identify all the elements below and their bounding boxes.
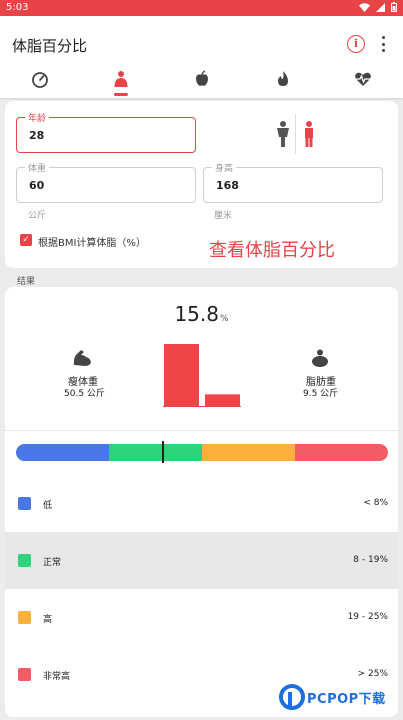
pcpop-logo-icon [279, 684, 305, 710]
scale-segment [16, 444, 109, 461]
signal-icon [376, 2, 385, 12]
weight-field[interactable]: 体重 60 [16, 161, 196, 203]
height-unit: 厘米 [214, 211, 233, 221]
bmi-checkbox-label[interactable]: 根据BMI计算体脂（%） [38, 234, 146, 249]
height-label: 身高 [212, 161, 237, 174]
legend-color-swatch [18, 497, 31, 510]
apple-icon [196, 70, 208, 86]
percentage-symbol: % [219, 314, 229, 324]
bmi-checkbox[interactable]: ✓ [20, 234, 32, 246]
weight-value: 60 [29, 179, 45, 192]
fat-body-icon [311, 349, 329, 371]
overlay-caption: 查看体脂百分比 [209, 240, 335, 261]
legend-category-name: 正常 [43, 558, 62, 568]
gender-divider [295, 114, 296, 154]
scale-segment [202, 444, 295, 461]
male-icon[interactable] [276, 121, 290, 151]
legend-category-name: 低 [43, 501, 53, 511]
tab-nutrition[interactable] [162, 68, 242, 96]
height-field[interactable]: 身高 168 [203, 161, 383, 203]
status-bar: 5:03 [0, 0, 403, 16]
heartbeat-icon [355, 72, 371, 86]
scale-segment [109, 444, 202, 461]
flame-icon [278, 71, 288, 86]
body-fat-scale [16, 444, 388, 461]
scale-marker [162, 441, 165, 463]
scale-segment [295, 444, 388, 461]
lean-mass-value: 50.5 公斤 [64, 389, 105, 399]
legend-color-swatch [18, 611, 31, 624]
body-fat-percentage: 15.8% [0, 302, 403, 326]
legend-category-range: > 25% [357, 669, 388, 679]
legend-category-range: < 8% [363, 498, 388, 508]
fat-mass-value: 9.5 公斤 [303, 389, 339, 399]
muscle-icon [72, 349, 92, 371]
tab-calories[interactable] [243, 68, 323, 96]
percentage-value: 15.8 [174, 302, 219, 326]
age-label: 年龄 [25, 111, 50, 124]
tab-bar [0, 68, 403, 96]
gauge-icon [32, 72, 48, 88]
legend-row: 低 < 8% [5, 475, 398, 532]
page-title: 体脂百分比 [12, 37, 88, 55]
status-time: 5:03 [6, 2, 29, 13]
female-icon[interactable] [302, 121, 316, 151]
legend-color-swatch [18, 554, 31, 567]
info-icon[interactable]: i [347, 35, 365, 53]
age-value: 28 [29, 129, 45, 142]
status-icons [359, 2, 397, 12]
legend-category-range: 8 - 19% [353, 555, 388, 565]
weight-label: 体重 [25, 161, 50, 174]
legend-row: 正常 8 - 19% [5, 532, 398, 589]
height-value: 168 [216, 179, 239, 192]
legend-color-swatch [18, 668, 31, 681]
active-tab-indicator [114, 93, 128, 96]
tab-body-fat[interactable] [81, 68, 161, 96]
results-section-label: 结果 [17, 277, 36, 287]
app-bar: 体脂百分比 i [0, 16, 403, 98]
legend-category-name: 非常高 [43, 672, 71, 682]
battery-icon [391, 2, 397, 12]
tab-heart-rate[interactable] [323, 68, 403, 96]
legend-category-range: 19 - 25% [347, 612, 388, 622]
weight-unit: 公斤 [28, 211, 47, 221]
body-icon [114, 71, 128, 87]
watermark-text: PCPOP下载 [307, 691, 386, 707]
wifi-icon [359, 2, 370, 12]
legend-category-name: 高 [43, 615, 53, 625]
more-options-icon[interactable] [380, 36, 386, 52]
tab-gauge[interactable] [0, 68, 80, 96]
age-field[interactable]: 年龄 28 [16, 111, 196, 153]
legend-row: 高 19 - 25% [5, 589, 398, 646]
watermark-logo: PCPOP下载 [279, 684, 386, 710]
card-divider [5, 430, 398, 431]
